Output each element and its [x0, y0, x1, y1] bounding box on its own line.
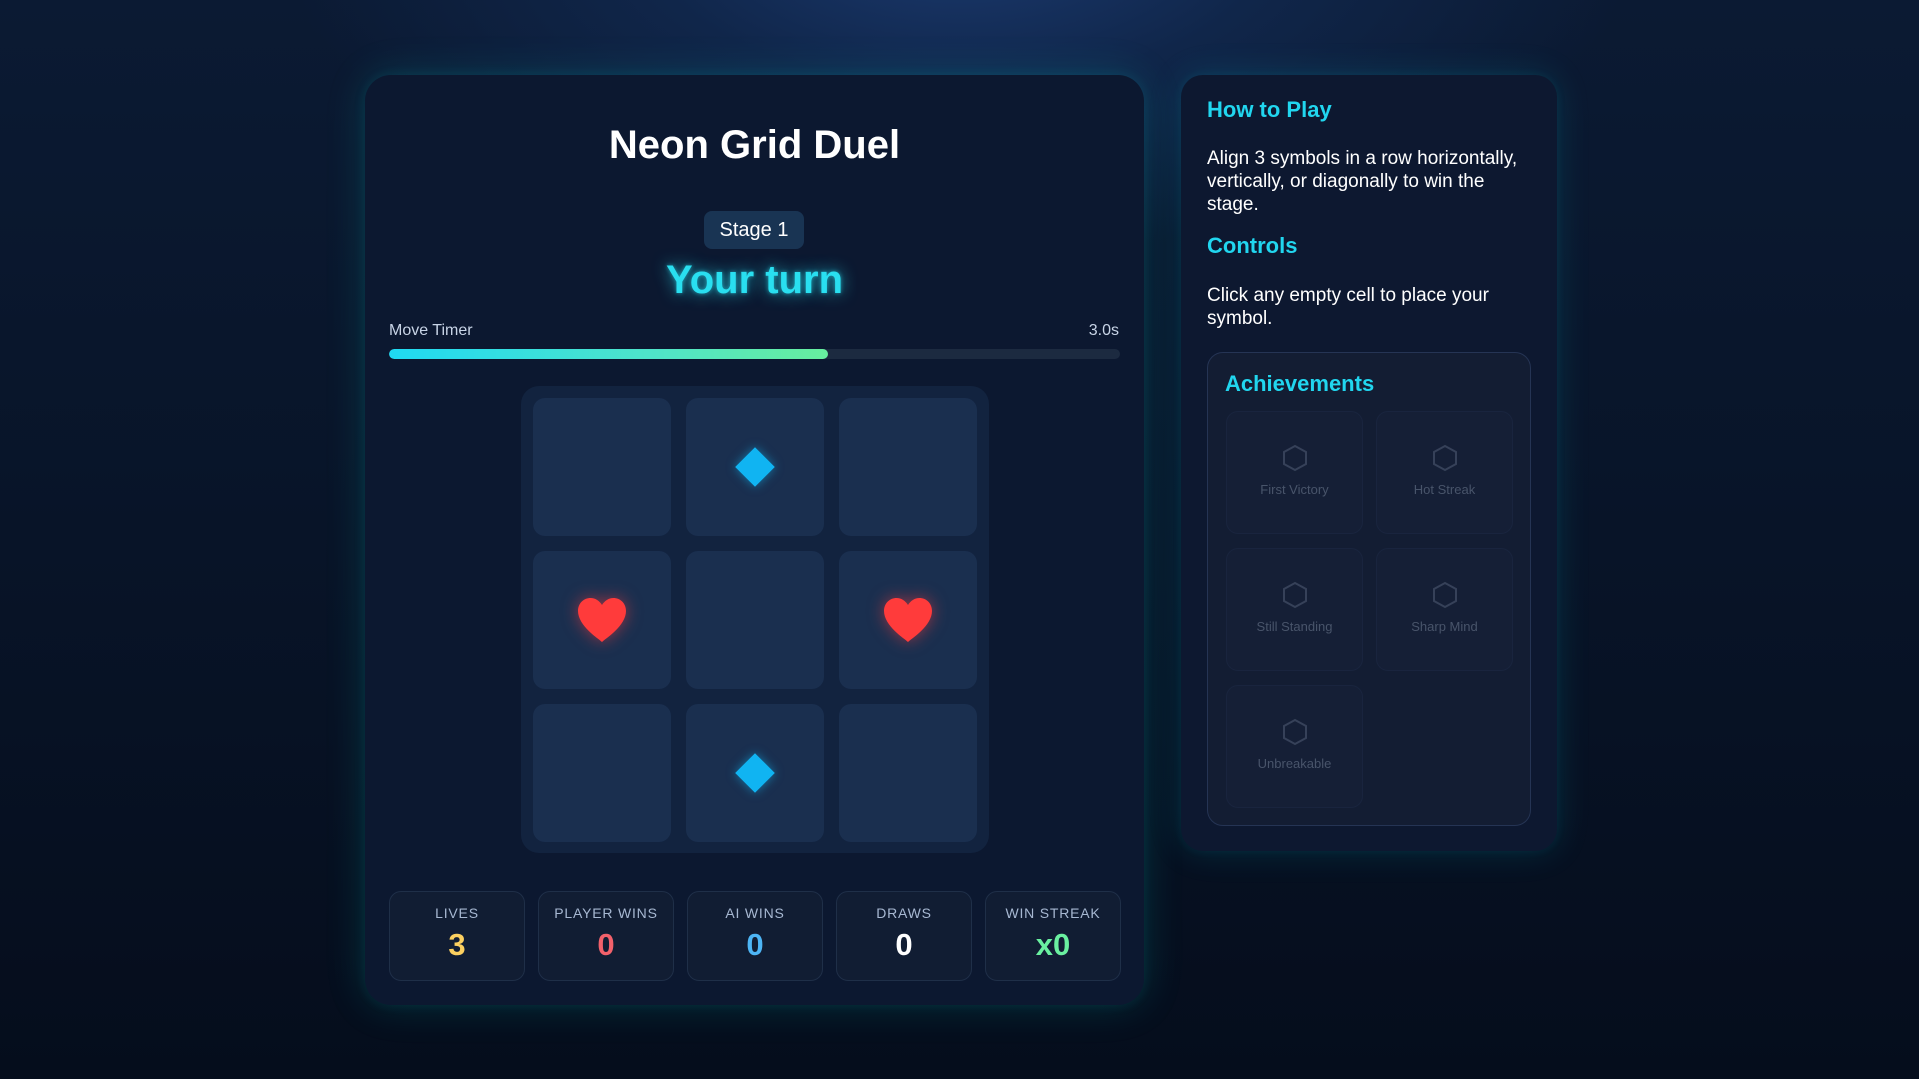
achievements-panel: Achievements First Victory Hot Streak Stil…: [1207, 352, 1531, 826]
achievement-name: Sharp Mind: [1411, 619, 1478, 634]
stat-label: LIVES: [435, 905, 479, 921]
achievements-heading: Achievements: [1225, 371, 1375, 396]
achievement-card: First Victory: [1226, 411, 1363, 534]
achievements-grid: First Victory Hot Streak Still Standing Sha…: [1226, 411, 1513, 808]
achievement-card: Unbreakable: [1226, 685, 1363, 808]
stat-value: 0: [895, 927, 913, 962]
board-cell[interactable]: [686, 551, 824, 689]
stat-value: 3: [448, 927, 466, 962]
achievement-card: Still Standing: [1226, 548, 1363, 671]
stat-value: x0: [1035, 927, 1071, 962]
game-panel: Neon Grid Duel Stage 1 Your turn Move Ti…: [365, 75, 1144, 1005]
hexagon-icon: [1282, 718, 1307, 746]
diamond-icon: [735, 753, 775, 793]
move-timer-label: Move Timer: [389, 322, 473, 339]
game-board: [521, 386, 989, 853]
achievement-card: Hot Streak: [1376, 411, 1513, 534]
move-timer-value: 3.0s: [1088, 322, 1119, 339]
move-timer-fill: [389, 349, 828, 359]
stat-card: AI WINS 0: [687, 891, 823, 981]
achievement-name: Unbreakable: [1257, 756, 1332, 771]
board-cell[interactable]: [533, 704, 671, 842]
controls-text: Click any empty cell to place your symbo…: [1207, 285, 1489, 329]
stat-card: WIN STREAK x0: [985, 891, 1121, 981]
how-to-play-text: Align 3 symbols in a row horizontally, v…: [1207, 148, 1518, 215]
hexagon-icon: [1432, 444, 1457, 472]
stat-label: AI WINS: [725, 905, 785, 921]
achievement-name: Hot Streak: [1413, 482, 1476, 497]
stats-bar: LIVES 3 PLAYER WINS 0 AI WINS 0 DRAWS 0 WIN STRE…: [389, 891, 1121, 981]
board-cell[interactable]: [686, 704, 824, 842]
stat-card: LIVES 3: [389, 891, 525, 981]
board-cell[interactable]: [686, 398, 824, 536]
hexagon-icon: [1282, 444, 1307, 472]
stat-label: PLAYER WINS: [554, 905, 658, 921]
diamond-icon: [735, 447, 775, 487]
board-cell[interactable]: [839, 398, 977, 536]
controls-heading: Controls: [1207, 233, 1298, 258]
stat-value: 0: [597, 927, 615, 962]
stage-badge: Stage 1: [704, 211, 804, 249]
turn-status: Your turn: [665, 258, 843, 302]
how-to-play-heading: How to Play: [1207, 97, 1332, 122]
hexagon-icon: [1432, 581, 1457, 609]
stat-label: WIN STREAK: [1005, 905, 1101, 921]
achievement-name: First Victory: [1260, 482, 1329, 497]
board-cell[interactable]: [839, 551, 977, 689]
board-cell[interactable]: [839, 704, 977, 842]
heart-icon: [884, 598, 932, 642]
stat-value: 0: [746, 927, 764, 962]
hexagon-icon: [1282, 581, 1307, 609]
board-cell[interactable]: [533, 551, 671, 689]
achievement-card: Sharp Mind: [1376, 548, 1513, 671]
move-timer-bar: [389, 349, 1120, 359]
game-title: Neon Grid Duel: [608, 123, 901, 167]
achievement-name: Still Standing: [1256, 619, 1333, 634]
stat-label: DRAWS: [876, 905, 932, 921]
board-cell[interactable]: [533, 398, 671, 536]
stat-card: DRAWS 0: [836, 891, 972, 981]
side-panel: How to Play Align 3 symbols in a row hor…: [1181, 75, 1557, 851]
heart-icon: [578, 598, 626, 642]
stat-card: PLAYER WINS 0: [538, 891, 674, 981]
